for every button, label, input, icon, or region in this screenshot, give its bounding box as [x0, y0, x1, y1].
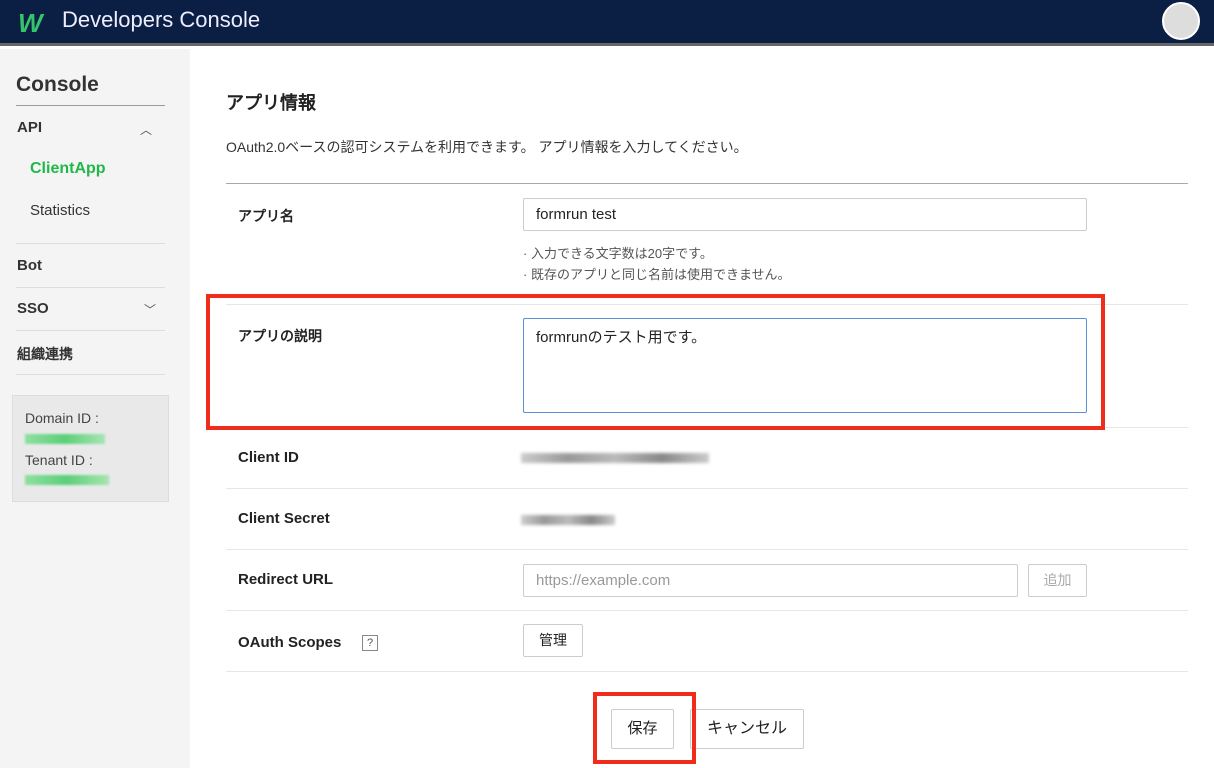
chevron-down-icon[interactable]: ﹀	[144, 301, 156, 318]
sidebar-heading: Console	[16, 73, 99, 96]
sidebar-item-statistics[interactable]: Statistics	[30, 202, 90, 219]
client-secret-label: Client Secret	[238, 510, 330, 527]
add-button[interactable]: 追加	[1028, 564, 1087, 597]
sidebar-item-api[interactable]: API	[17, 119, 42, 136]
hint: · 既存のアプリと同じ名前は使用できません。	[523, 267, 791, 282]
sidebar-item-sso[interactable]: SSO	[17, 300, 49, 317]
sidebar-item-clientapp[interactable]: ClientApp	[30, 160, 106, 178]
redirect-url-input[interactable]: https://example.com	[523, 564, 1018, 597]
id-box: Domain ID : Tenant ID :	[12, 395, 169, 502]
oauth-scopes-label: OAuth Scopes	[238, 634, 342, 651]
highlight-box	[593, 692, 696, 764]
page-title: アプリ情報	[226, 93, 316, 113]
tenant-id-label: Tenant ID :	[25, 452, 93, 468]
app-name-input[interactable]: formrun test	[523, 198, 1087, 231]
page-description: OAuth2.0ベースの認可システムを利用できます。 アプリ情報を入力してくださ…	[226, 139, 748, 155]
app-title: Developers Console	[62, 7, 261, 32]
redirect-url-label: Redirect URL	[238, 571, 334, 588]
client-id-value	[521, 453, 709, 463]
highlight-box	[206, 294, 1105, 430]
chevron-up-icon[interactable]: ︿	[140, 121, 152, 138]
app-name-label: アプリ名	[238, 208, 294, 224]
logo-icon: W	[18, 8, 43, 38]
sidebar: Console API ︿ ClientApp Statistics Bot S…	[0, 49, 190, 768]
sidebar-item-org[interactable]: 組織連携	[17, 344, 73, 364]
client-id-label: Client ID	[238, 449, 299, 466]
avatar[interactable]	[1162, 2, 1200, 40]
manage-button[interactable]: 管理	[523, 624, 583, 657]
top-bar: W Developers Console	[0, 0, 1214, 46]
hint: · 入力できる文字数は20字です。	[523, 246, 713, 261]
cancel-button[interactable]: キャンセル	[690, 709, 804, 749]
client-secret-value	[521, 515, 615, 525]
sidebar-item-bot[interactable]: Bot	[17, 257, 42, 274]
domain-id-label: Domain ID :	[25, 410, 99, 426]
help-icon[interactable]: ?	[362, 635, 378, 651]
